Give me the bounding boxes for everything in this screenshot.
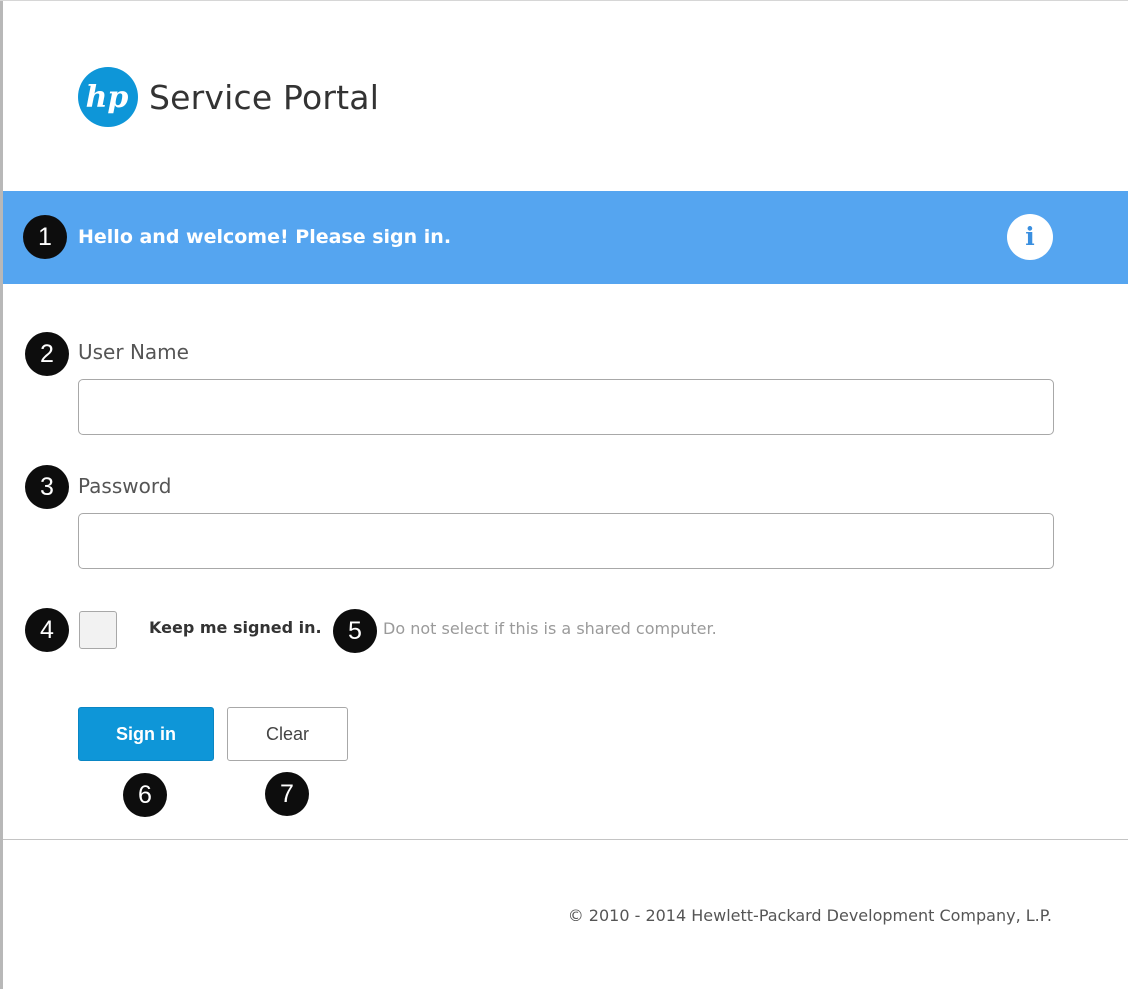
footer-divider: [3, 839, 1128, 840]
keep-signed-in-label: Keep me signed in.: [149, 618, 322, 637]
callout-marker-1: 1: [23, 215, 67, 259]
sign-in-button[interactable]: Sign in: [78, 707, 214, 761]
welcome-message: Hello and welcome! Please sign in.: [78, 226, 452, 248]
info-icon-glyph: i: [1025, 222, 1035, 251]
username-input[interactable]: [78, 379, 1054, 435]
clear-button[interactable]: Clear: [227, 707, 348, 761]
callout-marker-6: 6: [123, 773, 167, 817]
welcome-banner: Hello and welcome! Please sign in. i: [3, 191, 1128, 284]
hp-logo-text: hp: [86, 80, 129, 115]
shared-computer-hint: Do not select if this is a shared comput…: [383, 619, 717, 638]
keep-signed-in-checkbox[interactable]: [79, 611, 117, 649]
callout-marker-2: 2: [25, 332, 69, 376]
copyright-notice: © 2010 - 2014 Hewlett-Packard Developmen…: [567, 906, 1052, 925]
callout-marker-4: 4: [25, 608, 69, 652]
callout-marker-3: 3: [25, 465, 69, 509]
username-label: User Name: [78, 340, 189, 364]
password-label: Password: [78, 474, 172, 498]
hp-logo: hp: [78, 67, 138, 127]
page-title: Service Portal: [149, 78, 380, 117]
password-input[interactable]: [78, 513, 1054, 569]
callout-marker-5: 5: [333, 609, 377, 653]
info-icon[interactable]: i: [1007, 214, 1053, 260]
hp-logo-icon: hp: [78, 67, 138, 127]
callout-marker-7: 7: [265, 772, 309, 816]
page-top-border: [0, 0, 1128, 1]
page-left-border: [0, 0, 3, 989]
